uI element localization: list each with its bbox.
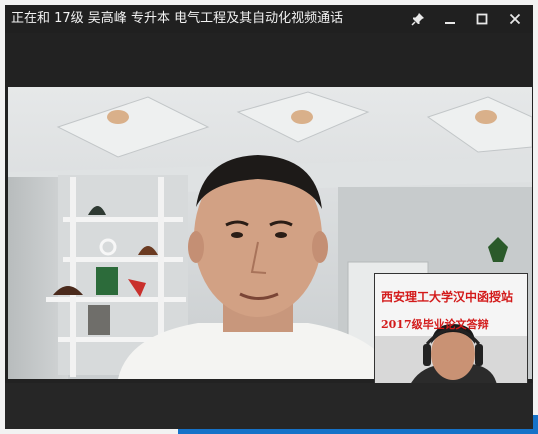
call-video-area: 西安理工大学汉中函授站 2017级毕业论文答辩 bbox=[5, 33, 533, 429]
local-video-preview[interactable]: 西安理工大学汉中函授站 2017级毕业论文答辩 bbox=[374, 273, 528, 386]
close-icon[interactable] bbox=[504, 9, 526, 29]
video-call-window: 正在和 17级 吴高峰 专升本 电气工程及其自动化视频通话 西安理工大学汉中函授… bbox=[5, 5, 533, 429]
banner-title: 西安理工大学汉中函授站 bbox=[381, 290, 514, 304]
banner-subtitle: 2017级毕业论文答辩 bbox=[381, 318, 489, 331]
maximize-icon[interactable] bbox=[471, 9, 493, 29]
call-toolbar bbox=[5, 383, 533, 429]
window-title: 正在和 17级 吴高峰 专升本 电气工程及其自动化视频通话 bbox=[11, 11, 344, 26]
pin-icon[interactable] bbox=[407, 9, 429, 29]
title-bar[interactable]: 正在和 17级 吴高峰 专升本 电气工程及其自动化视频通话 bbox=[5, 5, 533, 33]
minimize-icon[interactable] bbox=[439, 9, 461, 29]
